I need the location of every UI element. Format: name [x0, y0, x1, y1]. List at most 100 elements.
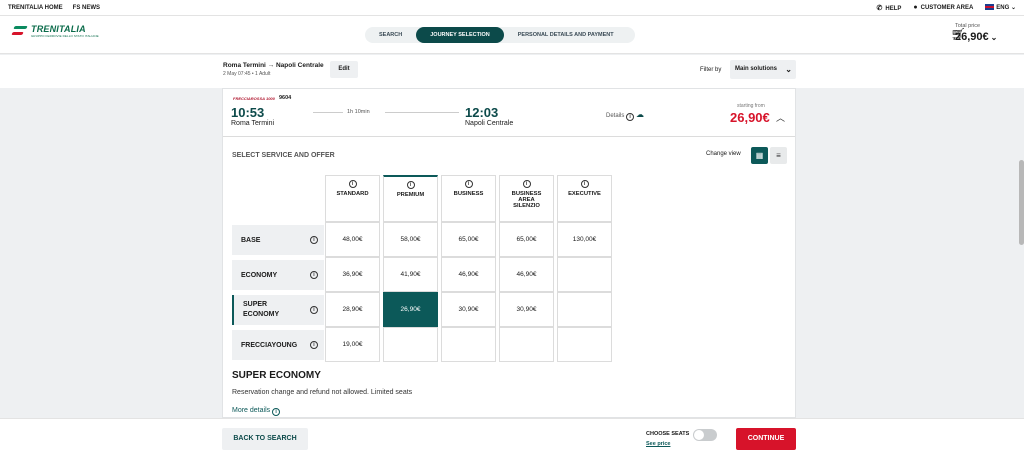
info-icon[interactable]: i — [310, 271, 318, 279]
price-cell[interactable]: 30,90€ — [441, 292, 496, 327]
language-selector[interactable]: ENG ⌄ — [985, 4, 1016, 11]
arrival-time: 12:03 — [465, 105, 499, 120]
footer-bar: BACK TO SEARCH CHOOSE SEATS See price CO… — [0, 418, 1024, 459]
total-price[interactable]: Total price 26,90€ ⌄ — [955, 23, 997, 43]
info-icon[interactable]: i — [406, 181, 415, 189]
filter-label: Filter by — [700, 67, 722, 73]
grid-view-icon[interactable]: ▦ — [751, 147, 768, 164]
info-icon[interactable]: i — [348, 180, 357, 188]
more-details-link[interactable]: More details i — [232, 407, 281, 416]
price-cell[interactable]: 48,00€ — [325, 222, 380, 257]
chevron-down-icon: ⌄ — [990, 33, 998, 42]
step-search[interactable]: SEARCH — [365, 27, 416, 43]
price-cell-selected[interactable]: 26,90€ — [383, 292, 438, 327]
details-link[interactable]: Details i ☁ — [606, 110, 644, 121]
trip-date-passengers: 2 May 07:45 • 1 Adult — [223, 71, 271, 77]
journey-duration: 1h 10min — [347, 109, 370, 115]
trenitalia-logo[interactable]: TRENITALIA GRUPPO FERROVIE DELLO STATO I… — [11, 24, 99, 38]
see-price-link[interactable]: See price — [646, 441, 670, 447]
trip-summary-bar: Roma Termini → Napoli Centrale 2 May 07:… — [0, 55, 1024, 88]
change-view-label: Change view — [706, 151, 741, 157]
info-icon[interactable]: i — [310, 341, 318, 349]
service-header-business[interactable]: i BUSINESS — [441, 175, 496, 222]
train-number: 9604 — [279, 95, 292, 101]
step-journey-selection[interactable]: JOURNEY SELECTION — [416, 27, 504, 43]
timeline-divider — [385, 112, 459, 113]
info-icon[interactable]: i — [464, 180, 473, 188]
chevron-down-icon: ⌄ — [1009, 5, 1016, 11]
timeline-divider — [313, 112, 343, 113]
total-price-value: 26,90€ — [955, 31, 989, 43]
info-icon[interactable]: i — [522, 180, 531, 188]
filter-select[interactable]: Main solutions ⌄ — [730, 60, 796, 79]
back-to-search-button[interactable]: BACK TO SEARCH — [222, 428, 308, 450]
offer-row-super-economy[interactable]: SUPER ECONOMY i — [232, 295, 324, 325]
train-solution-card: FRECCIAROSSA 1000 9604 10:53 Roma Termin… — [222, 88, 796, 418]
logo-subtitle: GRUPPO FERROVIE DELLO STATO ITALIANE — [31, 34, 99, 38]
uk-flag-icon — [985, 4, 995, 10]
departure-time: 10:53 — [231, 105, 265, 120]
info-icon[interactable]: i — [580, 180, 589, 188]
trenitalia-home-link[interactable]: TRENITALIA HOME — [8, 5, 63, 11]
price-cell[interactable]: 30,90€ — [499, 292, 554, 327]
offer-description-text: Reservation change and refund not allowe… — [232, 389, 413, 396]
price-cell[interactable]: 130,00€ — [557, 222, 612, 257]
starting-from-label: starting from — [737, 103, 765, 109]
divider — [223, 136, 795, 137]
price-cell[interactable]: 41,90€ — [383, 257, 438, 292]
service-header-executive[interactable]: i EXECUTIVE — [557, 175, 612, 222]
price-cell-empty — [441, 327, 496, 362]
route-label: Roma Termini → Napoli Centrale — [223, 62, 324, 69]
logo-mark-icon — [11, 24, 28, 38]
toggle-knob — [694, 430, 704, 440]
fs-news-link[interactable]: FS NEWS — [73, 5, 100, 11]
info-icon: i — [272, 408, 281, 416]
page-scrollbar[interactable] — [1019, 160, 1024, 245]
price-cell[interactable]: 28,90€ — [325, 292, 380, 327]
total-price-label: Total price — [955, 23, 981, 29]
offer-row-base[interactable]: BASE i — [232, 225, 324, 255]
price-cell[interactable]: 36,90€ — [325, 257, 380, 292]
price-cell-empty — [383, 327, 438, 362]
price-cell-empty — [557, 292, 612, 327]
price-cell-empty — [499, 327, 554, 362]
price-cell[interactable]: 19,00€ — [325, 327, 380, 362]
train-brand-logo: FRECCIAROSSA 1000 — [233, 96, 275, 101]
help-link[interactable]: ✆ HELP — [876, 4, 901, 12]
starting-price: 26,90€ — [730, 110, 770, 125]
price-cell[interactable]: 46,90€ — [499, 257, 554, 292]
info-icon[interactable]: i — [310, 306, 318, 314]
chevron-down-icon: ⌄ — [785, 65, 792, 74]
edit-search-button[interactable]: Edit — [330, 61, 358, 78]
customer-area-link[interactable]: ● CUSTOMER AREA — [913, 4, 973, 11]
eco-cloud-icon: ☁ — [636, 110, 645, 119]
progress-steps: SEARCH JOURNEY SELECTION PERSONAL DETAIL… — [365, 27, 635, 43]
offer-row-frecciayoung[interactable]: FRECCIAYOUNG i — [232, 330, 324, 360]
price-cell[interactable]: 46,90€ — [441, 257, 496, 292]
price-cell-empty — [557, 327, 612, 362]
chevron-up-icon[interactable]: ︿ — [776, 111, 785, 124]
user-icon: ● — [913, 4, 918, 11]
top-bar: TRENITALIA HOME FS NEWS ✆ HELP ● CUSTOMER … — [0, 0, 1024, 16]
list-view-icon[interactable]: ≡ — [770, 147, 787, 164]
service-header-standard[interactable]: i STANDARD — [325, 175, 380, 222]
service-header-business-area-silenzio[interactable]: i BUSINESS AREA SILENZIO — [499, 175, 554, 222]
continue-button[interactable]: CONTINUE — [736, 428, 796, 450]
trip-summary: Roma Termini → Napoli Centrale 2 May 07:… — [223, 62, 324, 77]
info-icon[interactable]: i — [310, 236, 318, 244]
price-cell-empty — [557, 257, 612, 292]
departure-station: Roma Termini — [231, 120, 275, 127]
price-cell[interactable]: 58,00€ — [383, 222, 438, 257]
choose-seats-label: CHOOSE SEATS — [646, 431, 690, 437]
phone-icon: ✆ — [876, 4, 883, 12]
header: TRENITALIA GRUPPO FERROVIE DELLO STATO I… — [0, 16, 1024, 54]
step-personal-details[interactable]: PERSONAL DETAILS AND PAYMENT — [504, 27, 628, 43]
price-cell[interactable]: 65,00€ — [441, 222, 496, 257]
info-icon: i — [626, 113, 635, 121]
service-header-premium[interactable]: i PREMIUM — [383, 175, 438, 222]
choose-seats-toggle[interactable] — [693, 429, 717, 441]
service-offer-title: SELECT SERVICE AND OFFER — [232, 152, 335, 159]
offer-row-economy[interactable]: ECONOMY i — [232, 260, 324, 290]
logo-title: TRENITALIA — [31, 24, 86, 34]
price-cell[interactable]: 65,00€ — [499, 222, 554, 257]
